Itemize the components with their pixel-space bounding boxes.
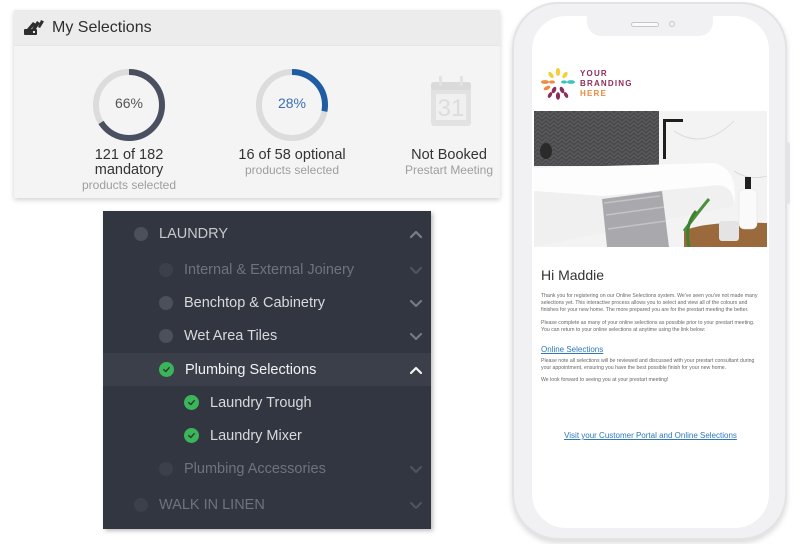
mandatory-count: 121 of 182 mandatory	[49, 148, 209, 178]
chevron-up-icon[interactable]	[409, 229, 423, 239]
optional-progress-ring: 28%	[255, 68, 329, 142]
brand-logo: YOUR BRANDING HERE	[540, 66, 633, 102]
tree-item[interactable]: Benchtop & Cabinetry	[103, 286, 431, 319]
chevron-down-icon[interactable]	[409, 500, 423, 510]
tree-item-label: LAUNDRY	[159, 225, 229, 242]
mandatory-sublabel: products selected	[81, 178, 177, 192]
tree-item[interactable]: Internal & External Joinery	[103, 253, 431, 286]
tree-item-label: Laundry Trough	[210, 394, 312, 411]
status-dot-icon	[159, 295, 173, 310]
speaker-grille	[631, 22, 659, 27]
chevron-up-icon[interactable]	[409, 365, 423, 375]
tree-item[interactable]: WALK IN LINEN	[103, 488, 431, 521]
optional-percent: 28%	[277, 95, 307, 111]
online-selections-link[interactable]: Online Selections	[541, 345, 603, 354]
chevron-down-icon[interactable]	[409, 464, 423, 474]
tree-item[interactable]: LAUNDRY	[103, 217, 431, 250]
status-dot-icon	[134, 497, 148, 512]
email-body: Hi Maddie Thank you for registering on o…	[541, 267, 761, 390]
email-paragraph-4: We look forward to seeing you at your pr…	[541, 377, 669, 384]
phone-notch	[587, 16, 713, 36]
tree-item[interactable]: Plumbing Accessories	[103, 452, 431, 485]
status-dot-icon	[159, 328, 173, 343]
phone-side-button	[786, 142, 790, 204]
mandatory-count-line1: 121 of 182	[94, 147, 164, 163]
optional-count: 16 of 58 optional	[238, 147, 346, 163]
check-circle-icon	[159, 362, 174, 377]
my-selections-card: My Selections 66% 121 of 182 mandatory p…	[14, 10, 500, 198]
meeting-sublabel: Prestart Meeting	[404, 163, 494, 177]
tree-item[interactable]: Laundry Mixer	[103, 419, 431, 452]
tree-item-label: Internal & External Joinery	[184, 261, 355, 278]
card-header: My Selections	[14, 10, 500, 46]
mandatory-stat: 66% 121 of 182 mandatory products select…	[49, 68, 209, 192]
phone-mockup: YOUR BRANDING HERE Hi Maddie Thank you f…	[512, 2, 790, 540]
card-title: My Selections	[52, 18, 152, 36]
bathroom-illustration	[534, 111, 767, 247]
mandatory-count-line2: mandatory	[94, 162, 164, 178]
tree-item-label: Laundry Mixer	[210, 427, 302, 444]
calendar-31-icon: 31	[431, 76, 471, 126]
customer-portal-link[interactable]: Visit your Customer Portal and Online Se…	[532, 431, 769, 440]
check-circle-icon	[184, 428, 199, 443]
chevron-down-icon[interactable]	[409, 298, 423, 308]
tree-item-label: Wet Area Tiles	[184, 327, 278, 344]
tree-item-label: WALK IN LINEN	[159, 496, 265, 513]
brand-line-3: HERE	[580, 89, 608, 98]
email-paragraph-2: Please complete as many of your online s…	[541, 319, 755, 333]
tree-item[interactable]: Plumbing Selections	[103, 353, 431, 386]
tree-item[interactable]: Wet Area Tiles	[103, 319, 431, 352]
status-dot-icon	[159, 262, 173, 277]
swatches-icon	[24, 19, 44, 36]
meeting-status: Not Booked	[411, 147, 487, 163]
tree-item-label: Plumbing Selections	[185, 361, 317, 378]
email-paragraph-1: Thank you for registering on our Online …	[541, 293, 758, 314]
optional-stat: 28% 16 of 58 optional products selected	[212, 68, 372, 177]
check-circle-icon	[184, 395, 199, 410]
chevron-down-icon[interactable]	[409, 265, 423, 275]
tree-item-label: Benchtop & Cabinetry	[184, 294, 326, 311]
selection-category-tree: LAUNDRY Internal & External Joinery Bencht…	[103, 211, 431, 529]
status-dot-icon	[134, 226, 148, 241]
flower-logo-icon	[541, 68, 575, 100]
svg-text:31: 31	[438, 95, 465, 122]
mandatory-percent: 66%	[114, 95, 144, 111]
prestart-meeting-stat[interactable]: 31 Not Booked Prestart Meeting	[369, 68, 529, 177]
tree-item[interactable]: Laundry Trough	[103, 386, 431, 419]
status-dot-icon	[159, 461, 173, 476]
brand-line-2: BRANDING	[580, 79, 633, 88]
brand-text: YOUR BRANDING HERE	[580, 69, 633, 99]
email-greeting: Hi Maddie	[541, 267, 605, 283]
chevron-down-icon[interactable]	[409, 331, 423, 341]
email-screen: YOUR BRANDING HERE Hi Maddie Thank you f…	[532, 16, 769, 528]
mandatory-progress-ring: 66%	[92, 68, 166, 142]
brand-line-1: YOUR	[580, 69, 608, 78]
bathroom-hero-image	[534, 111, 767, 247]
front-camera	[669, 21, 675, 27]
optional-sublabel: products selected	[244, 163, 340, 177]
email-paragraph-3: Please note all selections will be revie…	[541, 358, 755, 372]
tree-item-label: Plumbing Accessories	[184, 460, 326, 477]
